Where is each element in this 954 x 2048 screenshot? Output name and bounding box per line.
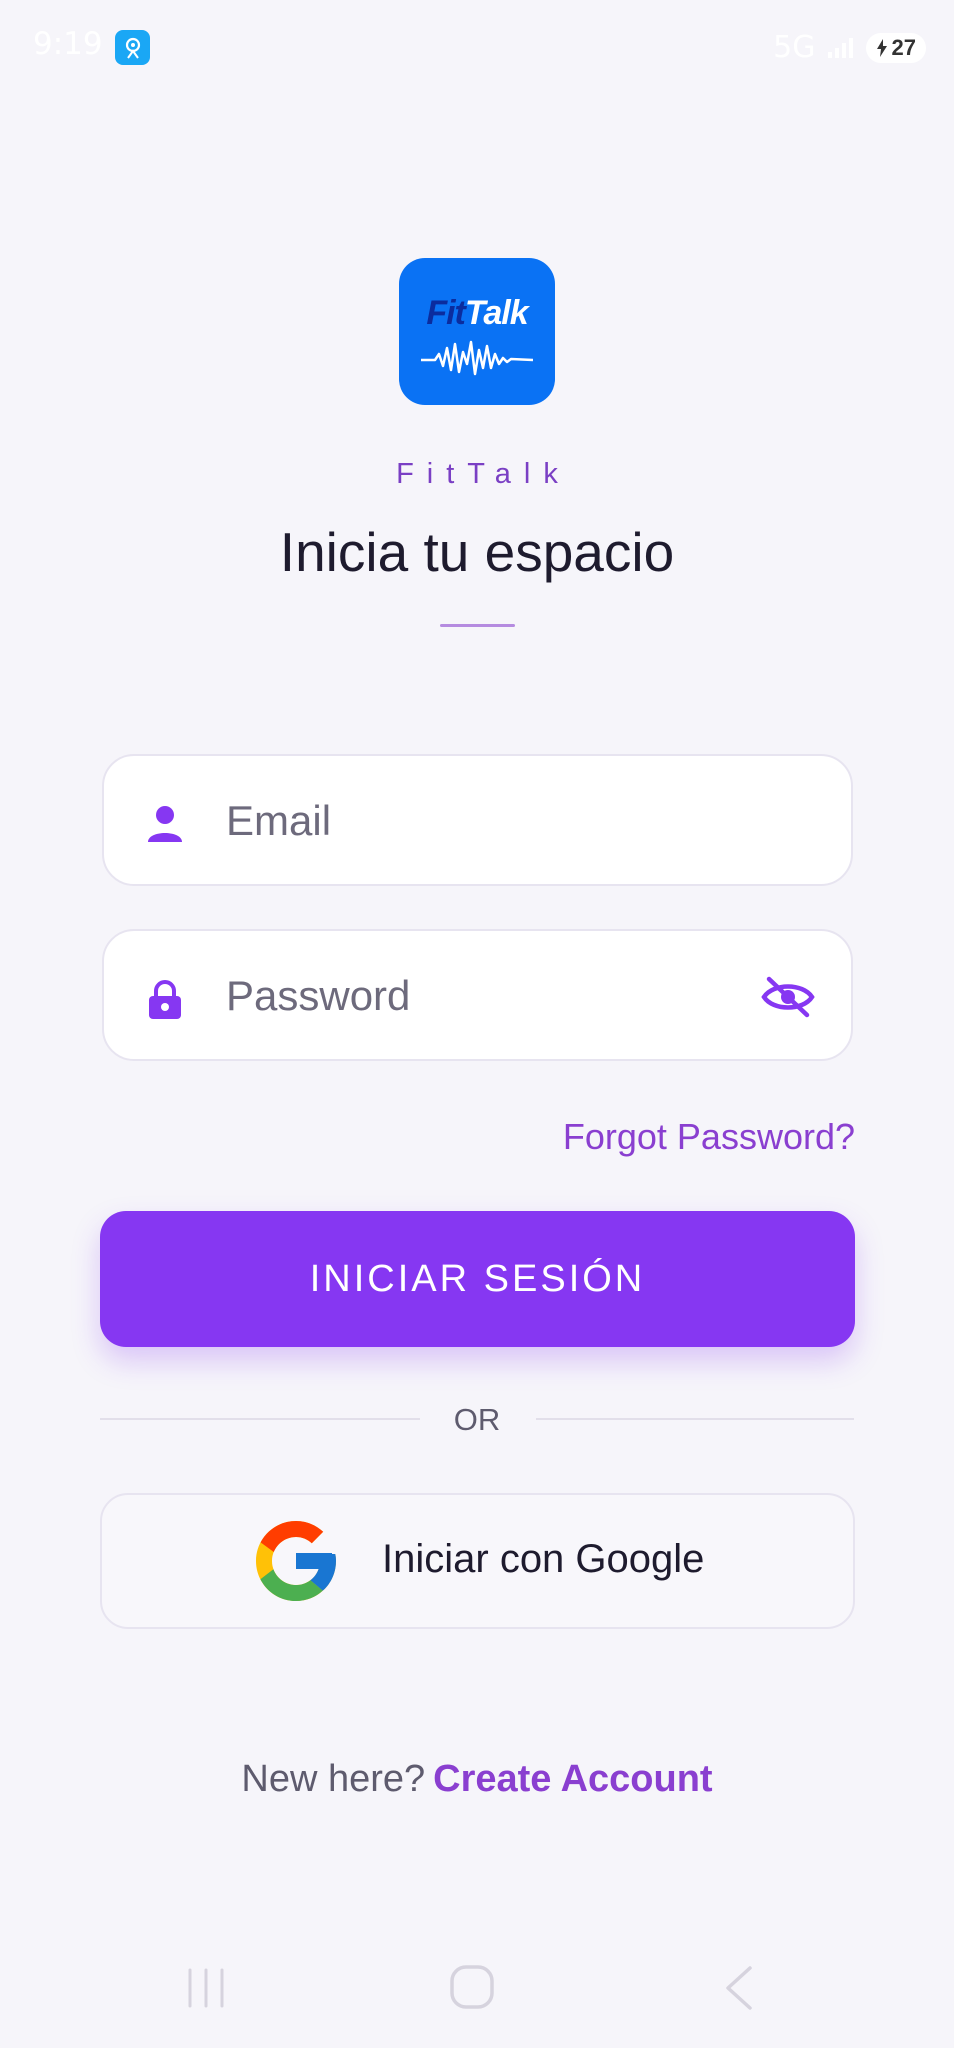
title-divider	[440, 624, 515, 627]
charging-icon	[876, 38, 887, 57]
battery-indicator: 27	[865, 32, 926, 63]
email-field[interactable]	[102, 754, 853, 886]
google-signin-button[interactable]: Iniciar con Google	[100, 1493, 855, 1629]
password-input[interactable]	[226, 961, 746, 1031]
sound-wave-icon	[421, 340, 533, 376]
signup-prompt: New here?	[241, 1758, 426, 1800]
lock-icon	[149, 980, 181, 1019]
or-divider-right	[536, 1418, 854, 1420]
status-time: 9:19	[33, 26, 103, 62]
network-type: 5G	[773, 30, 816, 65]
battery-level: 27	[891, 34, 916, 60]
notification-app-icon	[115, 30, 150, 65]
create-account-link[interactable]: Create Account	[433, 1758, 712, 1800]
forgot-password-link[interactable]: Forgot Password?	[563, 1116, 855, 1158]
app-logo: FitTalk	[399, 258, 555, 405]
google-button-label: Iniciar con Google	[382, 1537, 705, 1581]
login-button[interactable]: INICIAR SESIÓN	[100, 1211, 855, 1347]
brand-name: FitTalk	[396, 458, 571, 490]
or-label: OR	[453, 1402, 501, 1437]
logo-text-fit: Fit	[426, 294, 466, 332]
signup-row: New here? Create Account	[0, 1758, 954, 1801]
recents-icon[interactable]	[184, 1966, 228, 2010]
page-title: Inicia tu espacio	[279, 521, 675, 583]
logo-text-talk: Talk	[464, 294, 529, 332]
password-field[interactable]	[102, 929, 853, 1061]
back-icon[interactable]	[720, 1964, 760, 2012]
person-icon	[148, 806, 182, 842]
signal-icon	[827, 37, 853, 58]
email-input[interactable]	[226, 786, 746, 856]
google-icon	[256, 1521, 336, 1601]
logo-wordmark: FitTalk	[399, 294, 555, 333]
status-indicators: 5G 27	[773, 30, 926, 65]
home-icon[interactable]	[449, 1964, 495, 2010]
eye-off-icon[interactable]	[761, 975, 815, 1019]
